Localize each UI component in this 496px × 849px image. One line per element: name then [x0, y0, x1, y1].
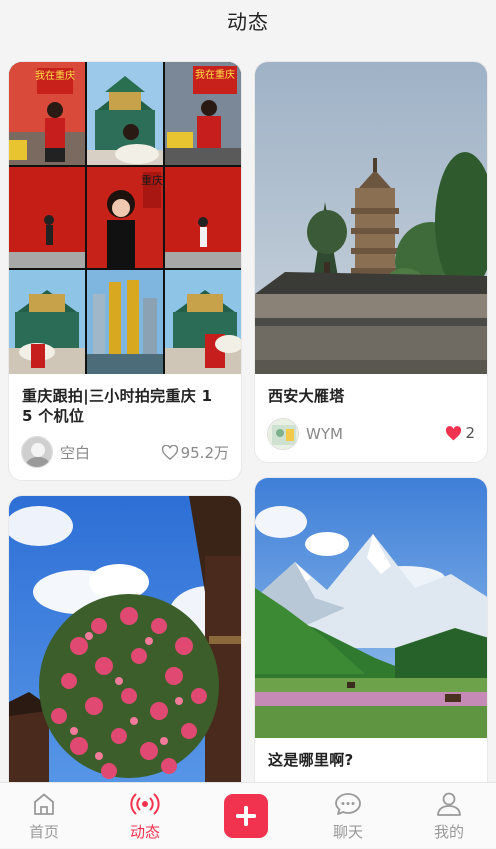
like-count-text: 95.2万	[180, 444, 229, 462]
top-bar: 动态	[0, 0, 496, 40]
heart-outline-icon	[161, 445, 178, 460]
feed-card[interactable]	[8, 495, 242, 782]
card-image-flower-tree	[9, 496, 241, 782]
card-title: 重庆跟拍|三小时拍完重庆 1 5 个机位	[22, 387, 213, 425]
avatar	[267, 418, 299, 450]
feed-card[interactable]: 西安大雁塔 WYM 2	[254, 61, 488, 463]
card-title: 这是哪里啊?	[268, 751, 354, 769]
like-count[interactable]: 2	[445, 424, 475, 442]
avatar	[21, 436, 53, 468]
author-name: 空白	[60, 443, 91, 462]
pagoda-photo	[255, 62, 487, 374]
sign-text: 我在重庆	[195, 68, 235, 81]
user-icon	[437, 792, 461, 816]
page-title: 动态	[227, 9, 269, 34]
collage-photo: 我在重庆 我在重庆 重庆	[9, 62, 241, 374]
feed-card[interactable]: 这是哪里啊?	[254, 477, 488, 782]
feed-grid[interactable]: 我在重庆 我在重庆 重庆 重庆跟拍|三小时拍完重庆 1 5 个机位 空白 95.…	[0, 40, 496, 782]
feed-card[interactable]: 我在重庆 我在重庆 重庆 重庆跟拍|三小时拍完重庆 1 5 个机位 空白 95.…	[8, 61, 242, 481]
card-image-collage: 我在重庆 我在重庆 重庆	[9, 62, 241, 374]
card-author[interactable]: 空白	[21, 436, 90, 468]
chat-bubble-icon	[335, 792, 361, 815]
card-title: 西安大雁塔	[268, 387, 345, 405]
tab-label: 动态	[129, 822, 160, 841]
like-count[interactable]: 95.2万	[161, 442, 229, 463]
card-image-mountain	[255, 478, 487, 738]
home-icon	[34, 793, 54, 815]
wall-text: 重庆	[141, 173, 163, 187]
tab-moments[interactable]: 动态	[105, 783, 185, 849]
add-post-button[interactable]	[224, 794, 268, 838]
broadcast-icon	[130, 793, 160, 814]
tab-chat[interactable]: 聊天	[308, 783, 388, 849]
like-count-text: 2	[465, 424, 475, 442]
author-name: WYM	[306, 425, 343, 443]
heart-filled-icon	[446, 425, 462, 440]
tab-label: 聊天	[332, 822, 363, 841]
mountain-photo	[255, 478, 487, 738]
bottom-tab-bar: 首页 动态 聊天 我的	[0, 782, 496, 848]
flower-tree-photo	[9, 496, 241, 782]
card-image-pagoda	[255, 62, 487, 374]
tab-profile[interactable]: 我的	[409, 783, 489, 849]
tab-label: 首页	[28, 822, 59, 841]
sign-text: 我在重庆	[35, 69, 75, 82]
tab-label: 我的	[433, 822, 464, 841]
tab-home[interactable]: 首页	[4, 783, 84, 849]
plus-icon	[236, 806, 256, 826]
card-author[interactable]: WYM	[267, 418, 343, 450]
